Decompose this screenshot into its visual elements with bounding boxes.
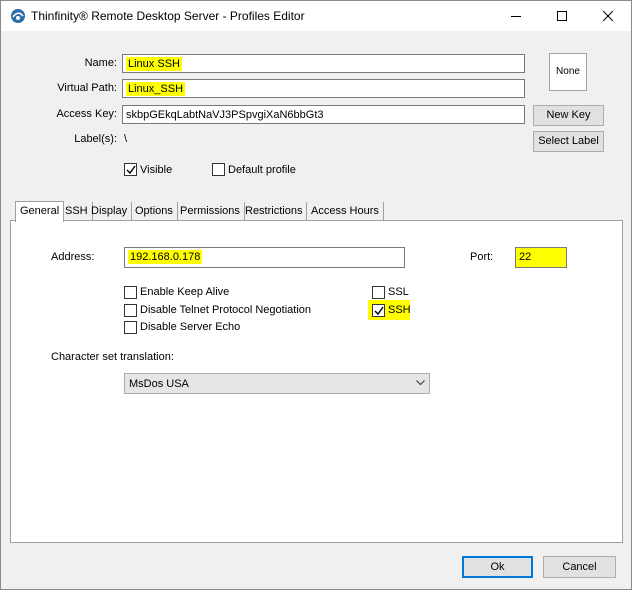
charset-label: Character set translation: [51, 351, 174, 363]
tab-access-hours[interactable]: Access Hours [307, 202, 384, 221]
virtual-path-value: Linux_SSH [126, 82, 186, 96]
visible-checkbox[interactable] [124, 163, 137, 176]
close-button[interactable] [585, 1, 631, 31]
maximize-button[interactable] [539, 1, 585, 31]
virtual-path-label: Virtual Path: [57, 82, 117, 94]
tab-display[interactable]: Display [87, 202, 133, 221]
new-key-button[interactable]: New Key [533, 105, 604, 126]
ok-button[interactable]: Ok [462, 556, 533, 578]
name-value: Linux SSH [126, 57, 182, 71]
ssl-label: SSL [388, 286, 409, 298]
disable-telnet-negotiation-checkbox[interactable] [124, 304, 137, 317]
checkmark-icon [126, 165, 136, 175]
access-key-label: Access Key: [56, 108, 117, 120]
address-label: Address: [51, 251, 95, 263]
visible-label: Visible [140, 164, 173, 176]
default-profile-checkbox[interactable] [212, 163, 225, 176]
virtual-path-input[interactable]: Linux_SSH [122, 79, 525, 98]
address-input[interactable]: 192.168.0.178 [124, 247, 405, 268]
address-value: 192.168.0.178 [128, 250, 203, 264]
access-key-value: skbpGEkqLabtNaVJ3PSpvgiXaN6bbGt3 [126, 109, 324, 121]
tab-general[interactable]: General [15, 201, 65, 222]
maximize-icon [557, 11, 567, 21]
name-input[interactable]: Linux SSH [122, 54, 525, 73]
disable-server-echo-label: Disable Server Echo [140, 321, 241, 333]
tab-options[interactable]: Options [131, 202, 178, 221]
enable-keep-alive-checkbox[interactable] [124, 286, 137, 299]
port-label: Port: [470, 251, 494, 263]
window-title: Thinfinity® Remote Desktop Server - Prof… [31, 9, 305, 23]
thinfinity-app-icon [11, 9, 25, 23]
tab-permissions[interactable]: Permissions [176, 202, 245, 221]
minimize-button[interactable] [493, 1, 539, 31]
ssh-label: SSH [388, 304, 411, 316]
ssh-checkbox[interactable] [372, 304, 385, 317]
minimize-icon [511, 16, 521, 17]
name-label: Name: [84, 57, 117, 69]
tab-restrictions[interactable]: Restrictions [241, 202, 308, 221]
port-input[interactable]: 22 [515, 247, 567, 268]
port-value: 22 [519, 251, 532, 263]
profiles-editor-window: Thinfinity® Remote Desktop Server - Prof… [0, 0, 632, 590]
cancel-button[interactable]: Cancel [543, 556, 616, 578]
profile-icon-box[interactable]: None [549, 53, 587, 91]
disable-server-echo-checkbox[interactable] [124, 321, 137, 334]
general-tab-panel: Address: 192.168.0.178 Port: 22 Enable K… [10, 220, 623, 543]
chevron-down-icon [416, 380, 425, 386]
labels-value: \ [124, 133, 128, 145]
ssl-checkbox[interactable] [372, 286, 385, 299]
checkmark-icon [374, 306, 384, 316]
default-profile-label: Default profile [228, 164, 296, 176]
labels-label: Label(s): [74, 133, 117, 145]
disable-telnet-negotiation-label: Disable Telnet Protocol Negotiation [140, 304, 312, 316]
profile-icon-placeholder: None [556, 66, 580, 77]
close-icon [602, 10, 614, 22]
charset-value: MsDos USA [129, 378, 189, 390]
title-bar[interactable]: Thinfinity® Remote Desktop Server - Prof… [1, 1, 631, 31]
enable-keep-alive-label: Enable Keep Alive [140, 286, 230, 298]
charset-select[interactable]: MsDos USA [124, 373, 430, 394]
select-label-button[interactable]: Select Label [533, 131, 604, 152]
access-key-input[interactable]: skbpGEkqLabtNaVJ3PSpvgiXaN6bbGt3 [122, 105, 525, 124]
